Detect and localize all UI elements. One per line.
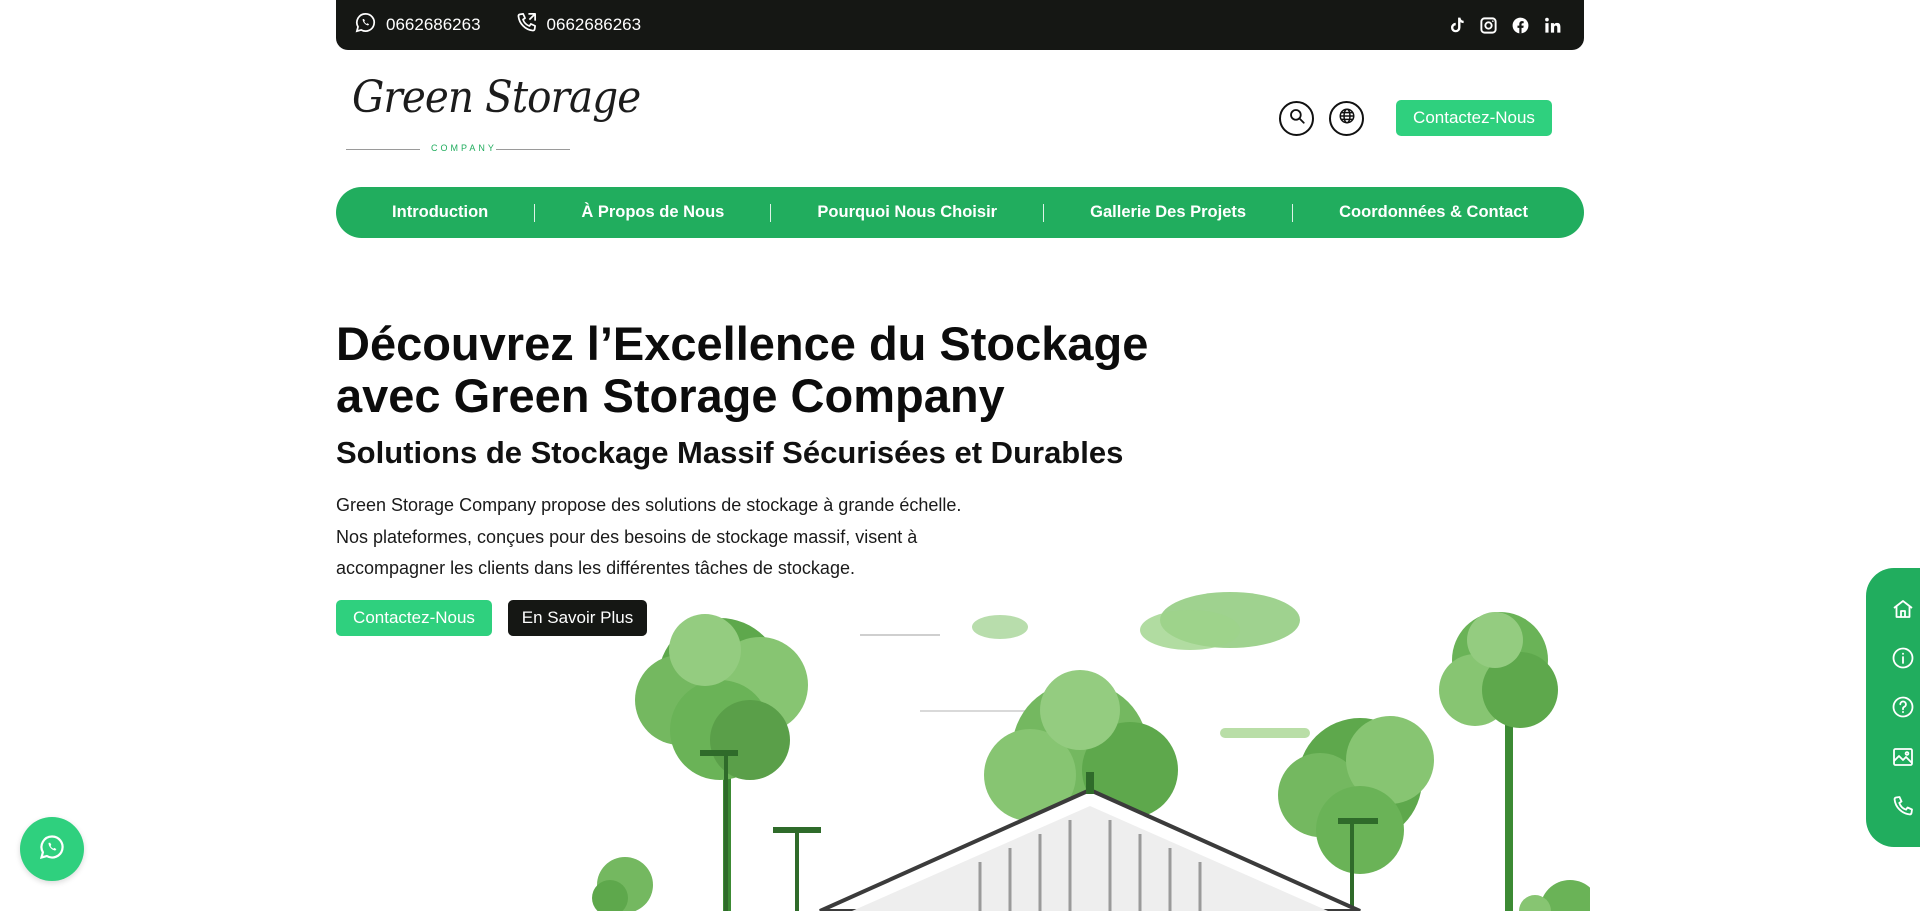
nav-item-introduction[interactable]: Introduction [392, 203, 488, 222]
facebook-icon[interactable] [1510, 15, 1530, 35]
globe-icon [1338, 107, 1356, 130]
side-navigation [1866, 568, 1920, 847]
main-navigation: Introduction À Propos de Nous Pourquoi N… [336, 187, 1584, 238]
hero-subtitle: Solutions de Stockage Massif Sécurisées … [336, 435, 1124, 470]
whatsapp-float-button[interactable] [20, 817, 84, 881]
logo-tagline: COMPANY [431, 143, 497, 153]
logo-script-text: Green Storage [352, 72, 641, 123]
nav-separator [770, 203, 772, 222]
whatsapp-icon [354, 11, 377, 39]
header-contact-button[interactable]: Contactez-Nous [1396, 100, 1552, 136]
warehouse-illustration [590, 580, 1600, 911]
nav-separator [1043, 203, 1045, 222]
nav-item-about[interactable]: À Propos de Nous [581, 203, 724, 222]
whatsapp-number: 0662686263 [386, 15, 481, 34]
question-icon[interactable] [1889, 693, 1917, 721]
gallery-icon[interactable] [1889, 743, 1917, 771]
nav-item-contact[interactable]: Coordonnées & Contact [1339, 203, 1528, 222]
phone-number: 0662686263 [546, 15, 642, 34]
logo-divider [496, 149, 570, 150]
nav-separator [1292, 203, 1294, 222]
phone-contact-link[interactable]: 0662686263 [515, 11, 642, 39]
top-bar: 0662686263 0662686263 [336, 0, 1584, 50]
whatsapp-icon [38, 833, 66, 866]
nav-item-why-us[interactable]: Pourquoi Nous Choisir [817, 203, 997, 222]
instagram-icon[interactable] [1478, 15, 1498, 35]
info-icon[interactable] [1889, 644, 1917, 672]
phone-icon[interactable] [1889, 792, 1917, 820]
hero-contact-button[interactable]: Contactez-Nous [336, 600, 492, 636]
home-icon[interactable] [1889, 595, 1917, 623]
logo-divider [346, 149, 420, 150]
phone-icon [515, 11, 538, 39]
social-links [1446, 15, 1562, 35]
search-icon [1288, 107, 1306, 130]
hero-description: Green Storage Company propose des soluti… [336, 495, 962, 578]
hero-title: Découvrez l’Excellence du Stockage avec … [336, 317, 1149, 422]
nav-item-gallery[interactable]: Gallerie Des Projets [1090, 203, 1246, 222]
linkedin-icon[interactable] [1542, 15, 1562, 35]
language-button[interactable] [1329, 101, 1364, 136]
tiktok-icon[interactable] [1446, 15, 1466, 35]
nav-separator [534, 203, 536, 222]
search-button[interactable] [1279, 101, 1314, 136]
whatsapp-contact-link[interactable]: 0662686263 [354, 11, 481, 39]
brand-logo[interactable]: Green Storage COMPANY [346, 66, 641, 162]
